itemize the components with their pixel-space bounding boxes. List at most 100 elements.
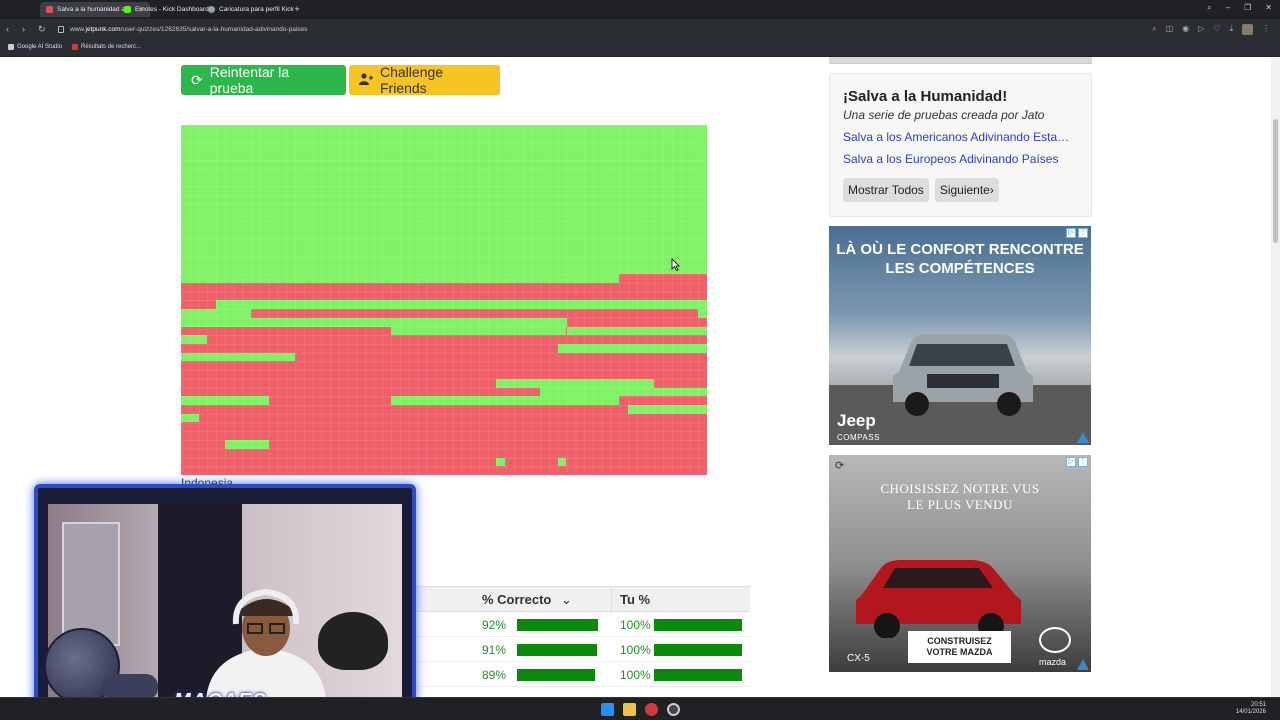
challenge-label: Challenge Friends [380, 64, 444, 96]
bookmark-resultats[interactable]: Résultats de recherc... [72, 44, 141, 50]
page-scrollbar[interactable] [1271, 57, 1280, 697]
your-pct: 100% [620, 643, 651, 657]
quiz-result-map [181, 125, 707, 475]
jeep-logo: Jeep [837, 411, 876, 430]
new-tab-icon[interactable]: + [292, 4, 302, 14]
ad-refresh-icon[interactable]: ⟳ [835, 459, 844, 472]
header-correct[interactable]: % Correcto ⌄ [482, 592, 572, 608]
add-user-icon [359, 72, 373, 88]
minimize-icon[interactable]: – [1226, 3, 1230, 13]
challenge-friends-button[interactable]: Challenge Friends [349, 64, 500, 96]
ad-headline: CHOISISSEZ NOTRE VUS LE PLUS VENDU [829, 481, 1091, 513]
url-field[interactable]: www.jetpunk.com/user-quizzes/1262635/sal… [54, 23, 1114, 37]
tab-caricatura[interactable]: Caricatura para perfil Kick [202, 2, 300, 17]
camera-icon[interactable]: ◉ [1182, 24, 1189, 35]
profile-avatar[interactable] [1242, 24, 1253, 35]
correct-bar [517, 644, 598, 656]
menu-icon[interactable]: ⋮ [1262, 24, 1270, 35]
scroll-thumb[interactable] [1273, 119, 1278, 243]
url-domain: jetpunk.com [85, 26, 121, 33]
your-bar [654, 669, 742, 681]
ad-strip [829, 57, 1092, 64]
chevron-down-icon: ⌄ [560, 592, 572, 607]
mouse-cursor-icon [671, 258, 680, 271]
bookmark-ai-studio[interactable]: Google AI Studio [8, 44, 62, 50]
ad-headline-line: LÀ OÙ LE CONFORT RENCONTRE [836, 241, 1084, 258]
extension-icon[interactable]: ◫ [1166, 24, 1174, 35]
lock-icon[interactable] [58, 26, 64, 33]
jetpunk-favicon-icon [46, 6, 53, 13]
correct-pct: 92% [482, 618, 507, 632]
adchoices[interactable]: ▷ ⋮ [1066, 228, 1088, 238]
system-clock[interactable]: 20:51 14/01/2026 [1236, 702, 1266, 716]
ad-headline-line: LE PLUS VENDU [907, 497, 1013, 512]
ad-headline: LÀ OÙ LE CONFORT RENCONTRE LES COMPÉTENC… [829, 240, 1091, 278]
browser-tab-bar: Salva a la humanidad adi ✕ Emotes - Kick… [0, 0, 1280, 19]
ad-info-icon[interactable] [1077, 432, 1089, 443]
mazda-wordmark: mazda [1039, 657, 1067, 667]
gemini-favicon-icon [208, 6, 215, 13]
build-mazda-button[interactable]: CONSTRUISEZ VOTRE MAZDA [908, 631, 1011, 663]
ad-info-icon[interactable] [1077, 659, 1089, 670]
jeep-advertisement[interactable]: LÀ OÙ LE CONFORT RENCONTRE LES COMPÉTENC… [829, 226, 1091, 445]
zoom-icon[interactable]: ⌕ [1152, 24, 1156, 35]
adchoices[interactable]: ▷ ⋮ [1066, 457, 1088, 467]
window-controls: ⌕ – ❐ ✕ [1207, 3, 1272, 13]
correct-bar [517, 669, 596, 681]
correct-bar [517, 619, 598, 631]
series-link-europeos[interactable]: Salva a los Europeos Adivinando Países [843, 152, 1078, 166]
heart-icon[interactable]: ♡ [1213, 24, 1220, 35]
table-row: 92% 100% [400, 612, 750, 637]
ad-menu-icon[interactable]: ⋮ [1078, 457, 1088, 467]
your-bar [654, 619, 742, 631]
refresh-icon: ⟳ [191, 71, 203, 88]
bookmark-label: Résultats de recherc... [81, 44, 142, 50]
start-icon[interactable] [601, 703, 614, 716]
bookmarks-bar: Google AI Studio Résultats de recherc... [0, 41, 1280, 57]
chevron-right-icon: › [989, 183, 994, 197]
header-your-pct[interactable]: Tu % [620, 592, 650, 607]
reload-icon[interactable]: ↻ [38, 24, 46, 35]
ad-menu-icon[interactable]: ⋮ [1078, 228, 1088, 238]
restore-icon[interactable]: ❐ [1244, 3, 1251, 13]
opera-icon[interactable] [645, 703, 658, 716]
next-label: Siguiente [939, 183, 990, 197]
tab-emotes-kick[interactable]: Emotes - Kick Dashboard [118, 2, 215, 17]
browser-extensions: ⌕ ◫ ◉ ▷ ♡ ⤓ ⋮ [1152, 24, 1270, 35]
table-header: % Correcto ⌄ Tu % [400, 586, 750, 613]
table-row: 91% 100% [400, 637, 750, 662]
map-gridlines [181, 125, 707, 475]
back-icon[interactable]: ‹ [6, 24, 9, 34]
header-correct-label: % Correcto [482, 592, 552, 607]
clock-time: 20:51 [1250, 702, 1266, 708]
url-prefix: www. [70, 26, 86, 33]
show-all-button[interactable]: Mostrar Todos [843, 178, 929, 202]
cta-line: CONSTRUISEZ [927, 636, 992, 646]
series-link-americanos[interactable]: Salva a los Americanos Adivinando Esta… [843, 130, 1078, 144]
retry-label: Reintentar la prueba [209, 64, 290, 96]
quiz-series-box: ¡Salva a la Humanidad! Una serie de prue… [829, 73, 1092, 217]
address-bar: ‹ › ↻ www.jetpunk.com/user-quizzes/12626… [0, 19, 1280, 41]
search-tabs-icon[interactable]: ⌕ [1207, 3, 1211, 13]
obs-icon[interactable] [667, 703, 680, 716]
next-button[interactable]: Siguiente› [934, 178, 999, 202]
mazda-advertisement[interactable]: ⟳ CHOISISSEZ NOTRE VUS LE PLUS VENDU CON… [829, 455, 1091, 672]
your-pct: 100% [620, 618, 651, 632]
tab-label: Emotes - Kick Dashboard [135, 6, 209, 13]
kick-favicon-icon [124, 6, 131, 13]
file-explorer-icon[interactable] [623, 703, 636, 716]
retry-quiz-button[interactable]: ⟳ Reintentar la prueba [181, 64, 346, 96]
close-window-icon[interactable]: ✕ [1265, 3, 1272, 13]
play-icon[interactable]: ▷ [1198, 24, 1204, 35]
webcam-overlay: MACAES [34, 484, 416, 714]
download-icon[interactable]: ⤓ [1229, 24, 1233, 35]
tab-label: Caricatura para perfil Kick [219, 6, 294, 13]
adchoices-icon[interactable]: ▷ [1066, 228, 1076, 238]
adchoices-icon[interactable]: ▷ [1066, 457, 1076, 467]
ad-headline-line: LES COMPÉTENCES [885, 260, 1035, 277]
mazda-logo-icon [1039, 627, 1071, 653]
forward-icon[interactable]: › [22, 24, 25, 34]
table-row: 89% 100% [400, 662, 750, 687]
correct-pct: 91% [482, 643, 507, 657]
windows-taskbar: 20:51 14/01/2026 [0, 697, 1280, 720]
